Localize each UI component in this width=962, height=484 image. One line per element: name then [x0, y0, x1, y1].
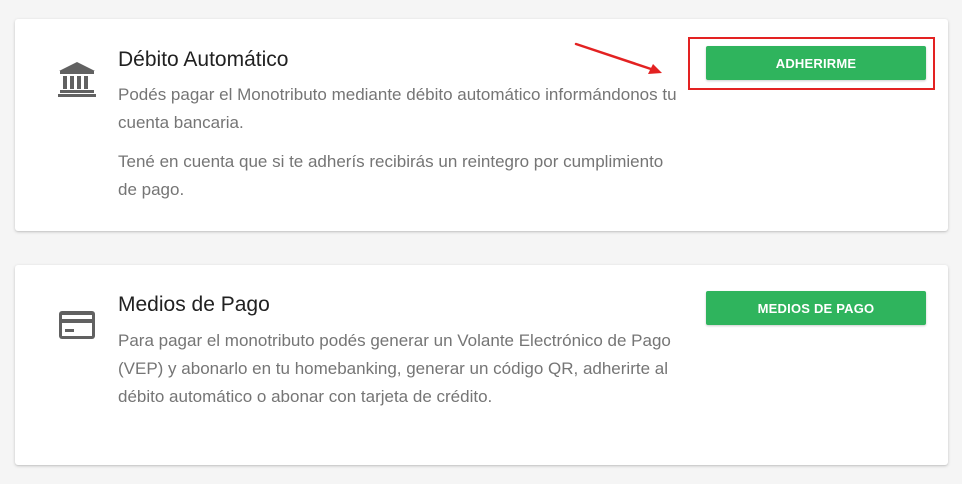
debito-reintegro-note: Tené en cuenta que si te adherís recibir…: [118, 152, 664, 199]
debito-automatico-card: Débito Automático Podés pagar el Monotri…: [15, 19, 948, 231]
medios-title: Medios de Pago: [118, 293, 270, 316]
debito-title: Débito Automático: [118, 48, 289, 71]
medios-de-pago-card: Medios de Pago Para pagar el monotributo…: [15, 265, 948, 465]
bank-icon: [58, 62, 96, 97]
medios-description: Para pagar el monotributo podés generar …: [118, 331, 671, 406]
adherirme-button[interactable]: ADHERIRME: [706, 46, 926, 80]
credit-card-icon: [59, 311, 95, 339]
medios-de-pago-button[interactable]: MEDIOS DE PAGO: [706, 291, 926, 325]
debito-description: Podés pagar el Monotributo mediante débi…: [118, 85, 677, 132]
